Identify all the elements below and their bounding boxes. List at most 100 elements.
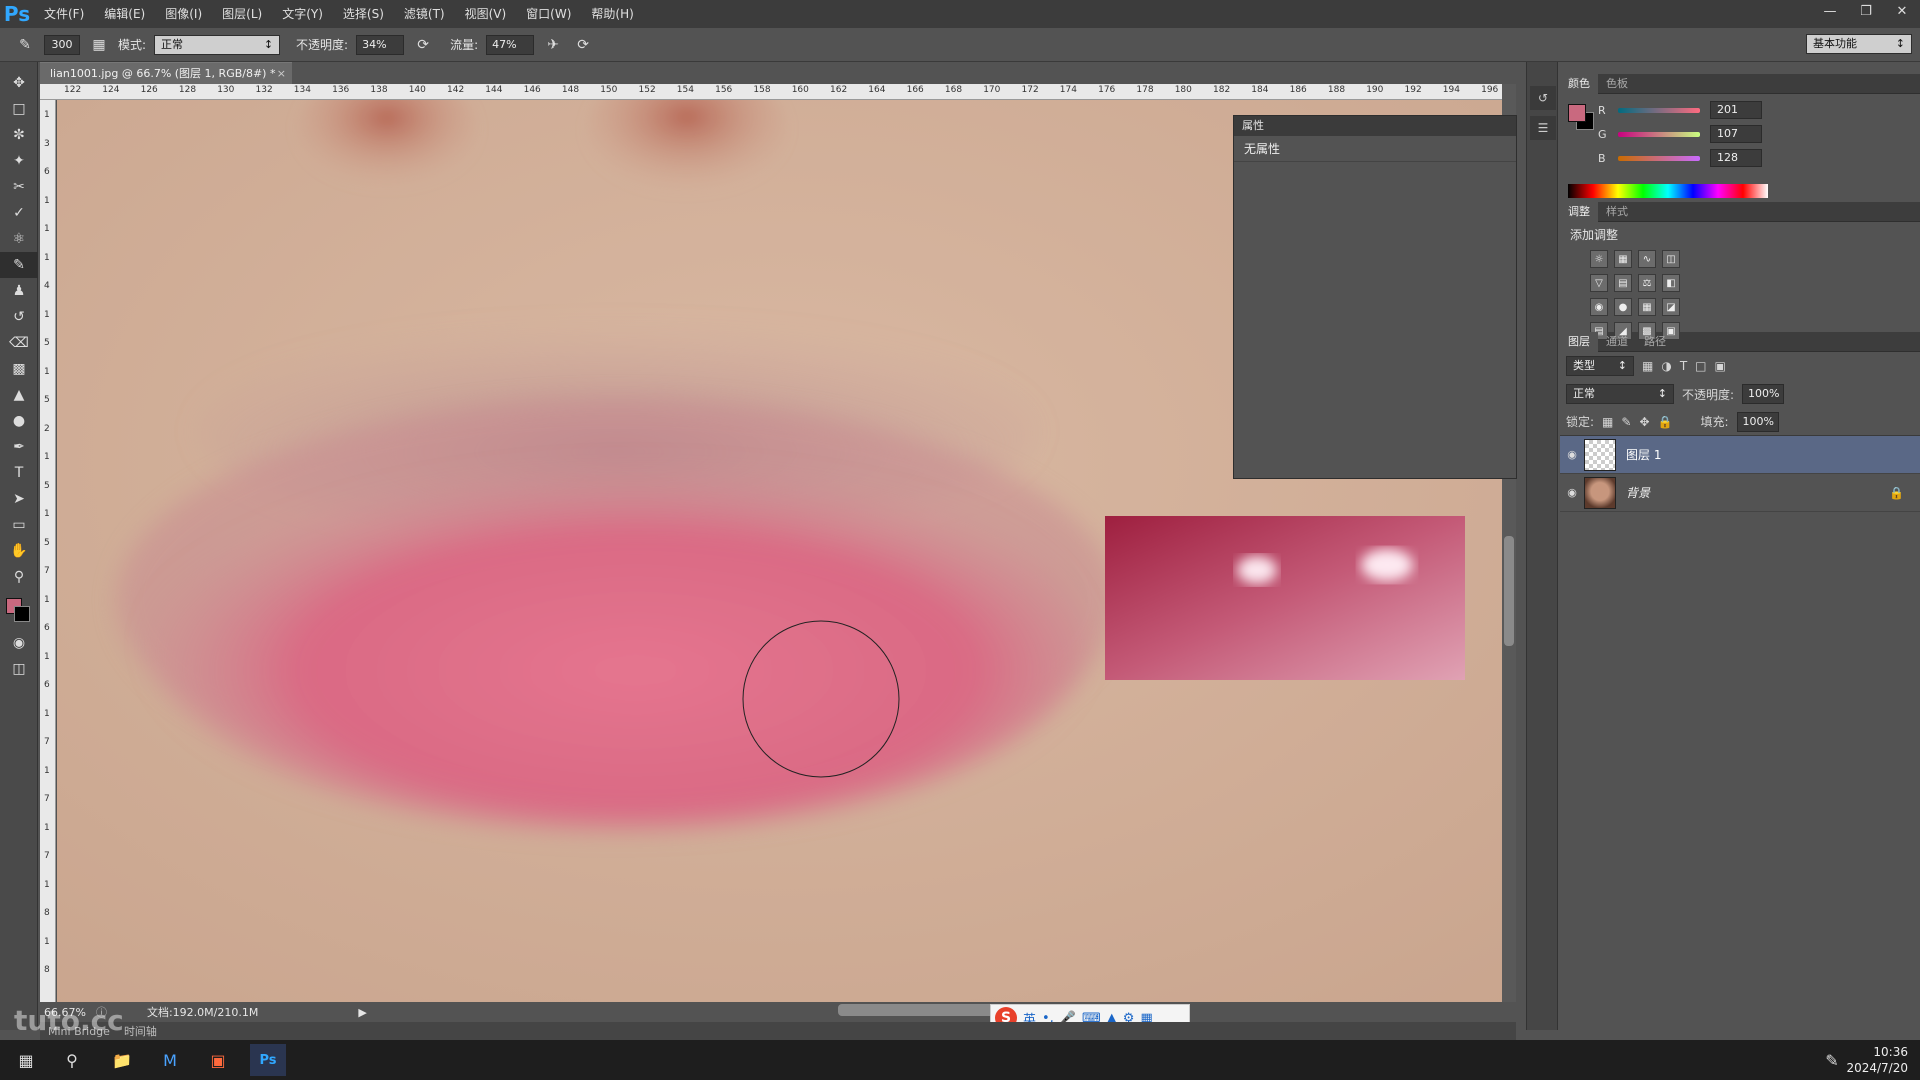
gradient-tool-icon[interactable]: ▩ <box>0 356 38 382</box>
red-value[interactable]: 201 <box>1710 101 1762 119</box>
quick-mask-icon[interactable]: ◉ <box>0 630 38 656</box>
pen-tray-icon[interactable]: ✎ <box>1814 1044 1850 1076</box>
type-tool-icon[interactable]: T <box>0 460 38 486</box>
menu-help[interactable]: 帮助(H) <box>581 0 643 28</box>
curves-icon[interactable]: ∿ <box>1638 250 1656 268</box>
filter-shape-icon[interactable]: □ <box>1695 359 1706 373</box>
restore-icon[interactable]: ❐ <box>1848 0 1884 22</box>
close-document-icon[interactable]: × <box>277 63 286 85</box>
menu-edit[interactable]: 编辑(E) <box>94 0 155 28</box>
document-tab[interactable]: lian1001.jpg @ 66.7% (图层 1, RGB/8#) * × <box>40 62 292 84</box>
system-clock[interactable]: 10:36 2024/7/20 <box>1846 1044 1908 1076</box>
lock-all-icon[interactable]: 🔒 <box>1658 415 1673 429</box>
invert-icon[interactable]: ◪ <box>1662 298 1680 316</box>
green-slider[interactable] <box>1618 131 1700 137</box>
app-m-icon[interactable]: M <box>152 1044 188 1076</box>
brush-panel-toggle-icon[interactable]: ▦ <box>88 34 110 56</box>
eraser-tool-icon[interactable]: ⌫ <box>0 330 38 356</box>
foreground-color-chip[interactable] <box>1568 104 1586 122</box>
menu-file[interactable]: 文件(F) <box>34 0 94 28</box>
crop-tool-icon[interactable]: ✂ <box>0 174 38 200</box>
pen-tool-icon[interactable]: ✒ <box>0 434 38 460</box>
eyedropper-tool-icon[interactable]: ✓ <box>0 200 38 226</box>
flow-input[interactable]: 47% <box>486 34 535 55</box>
visibility-eye-icon[interactable]: ◉ <box>1560 448 1584 461</box>
path-select-tool-icon[interactable]: ➤ <box>0 486 38 512</box>
tab-paths[interactable]: 路径 <box>1636 332 1674 352</box>
dodge-tool-icon[interactable]: ● <box>0 408 38 434</box>
blue-slider[interactable] <box>1618 155 1700 161</box>
tab-color[interactable]: 颜色 <box>1560 73 1598 94</box>
app-office-icon[interactable]: ▣ <box>200 1044 236 1076</box>
blue-value[interactable]: 128 <box>1710 149 1762 167</box>
photoshop-taskbar-icon[interactable]: Ps <box>250 1044 286 1076</box>
workspace-select[interactable]: 基本功能 ↕ <box>1806 34 1912 54</box>
properties-panel-icon[interactable]: ☰ <box>1530 116 1556 140</box>
black-white-icon[interactable]: ◧ <box>1662 274 1680 292</box>
visibility-eye-icon[interactable]: ◉ <box>1560 486 1584 499</box>
menu-view[interactable]: 视图(V) <box>455 0 517 28</box>
layer-blend-select[interactable]: 正常 ↕ <box>1566 384 1674 404</box>
healing-brush-tool-icon[interactable]: ⚛ <box>0 226 38 252</box>
tab-adjustments[interactable]: 调整 <box>1560 201 1598 222</box>
move-tool-icon[interactable]: ✥ <box>0 70 38 96</box>
menu-filter[interactable]: 滤镜(T) <box>394 0 455 28</box>
menu-window[interactable]: 窗口(W) <box>516 0 581 28</box>
lock-image-icon[interactable]: ✎ <box>1621 415 1631 429</box>
filter-smart-object-icon[interactable]: ▣ <box>1715 359 1726 373</box>
windows-start-icon[interactable]: ▦ <box>8 1044 44 1076</box>
close-icon[interactable]: ✕ <box>1884 0 1920 22</box>
menu-type[interactable]: 文字(Y) <box>272 0 333 28</box>
marquee-tool-icon[interactable]: □ <box>0 96 38 122</box>
menu-layer[interactable]: 图层(L) <box>212 0 272 28</box>
blur-tool-icon[interactable]: ▲ <box>0 382 38 408</box>
airbrush-icon[interactable]: ✈ <box>542 34 564 56</box>
menu-select[interactable]: 选择(S) <box>333 0 394 28</box>
history-brush-tool-icon[interactable]: ↺ <box>0 304 38 330</box>
hand-tool-icon[interactable]: ✋ <box>0 538 38 564</box>
status-menu-arrow-icon[interactable]: ▶ <box>358 1006 366 1019</box>
pressure-opacity-icon[interactable]: ⟳ <box>412 34 434 56</box>
zoom-tool-icon[interactable]: ⚲ <box>0 564 38 590</box>
filter-pixel-icon[interactable]: ▦ <box>1642 359 1653 373</box>
layer-row-background[interactable]: ◉ 背景 🔒 <box>1560 474 1920 512</box>
layer-opacity-input[interactable]: 100% <box>1742 384 1785 404</box>
layer-filter-select[interactable]: 类型 ↕ <box>1566 356 1634 376</box>
tab-timeline[interactable]: 时间轴 <box>124 1023 157 1039</box>
search-icon[interactable]: ⚲ <box>54 1044 90 1076</box>
green-value[interactable]: 107 <box>1710 125 1762 143</box>
tab-swatches[interactable]: 色板 <box>1598 74 1636 94</box>
brightness-contrast-icon[interactable]: ☼ <box>1590 250 1608 268</box>
shape-tool-icon[interactable]: ▭ <box>0 512 38 538</box>
brush-size-picker[interactable]: 300 <box>44 34 80 55</box>
photo-filter-icon[interactable]: ◉ <box>1590 298 1608 316</box>
layer-name[interactable]: 图层 1 <box>1626 446 1661 463</box>
color-lookup-icon[interactable]: ▦ <box>1638 298 1656 316</box>
levels-icon[interactable]: ▦ <box>1614 250 1632 268</box>
mode-select[interactable]: 正常 ↕ <box>154 34 281 55</box>
clone-stamp-tool-icon[interactable]: ♟ <box>0 278 38 304</box>
tab-channels[interactable]: 通道 <box>1598 332 1636 352</box>
vibrance-icon[interactable]: ▽ <box>1590 274 1608 292</box>
quick-select-tool-icon[interactable]: ✦ <box>0 148 38 174</box>
layer-fill-input[interactable]: 100% <box>1736 411 1779 432</box>
minimize-icon[interactable]: — <box>1812 0 1848 22</box>
file-explorer-icon[interactable]: 📁 <box>104 1044 140 1076</box>
color-balance-icon[interactable]: ⚖ <box>1638 274 1656 292</box>
lasso-tool-icon[interactable]: ✼ <box>0 122 38 148</box>
color-spectrum-bar[interactable] <box>1568 184 1768 198</box>
lock-transparent-icon[interactable]: ▦ <box>1602 415 1613 429</box>
hue-saturation-icon[interactable]: ▤ <box>1614 274 1632 292</box>
lock-position-icon[interactable]: ✥ <box>1639 415 1649 429</box>
brush-tool-icon[interactable]: ✎ <box>0 252 38 278</box>
background-color-swatch[interactable] <box>14 606 30 622</box>
exposure-icon[interactable]: ◫ <box>1662 250 1680 268</box>
layer-name[interactable]: 背景 <box>1626 484 1650 501</box>
opacity-input[interactable]: 34% <box>356 34 405 55</box>
tab-layers[interactable]: 图层 <box>1560 331 1598 352</box>
channel-mixer-icon[interactable]: ● <box>1614 298 1632 316</box>
layer-row-layer1[interactable]: ◉ 图层 1 <box>1560 436 1920 474</box>
filter-type-icon[interactable]: T <box>1680 359 1687 373</box>
red-slider[interactable] <box>1618 107 1700 113</box>
pressure-size-icon[interactable]: ⟳ <box>572 34 594 56</box>
